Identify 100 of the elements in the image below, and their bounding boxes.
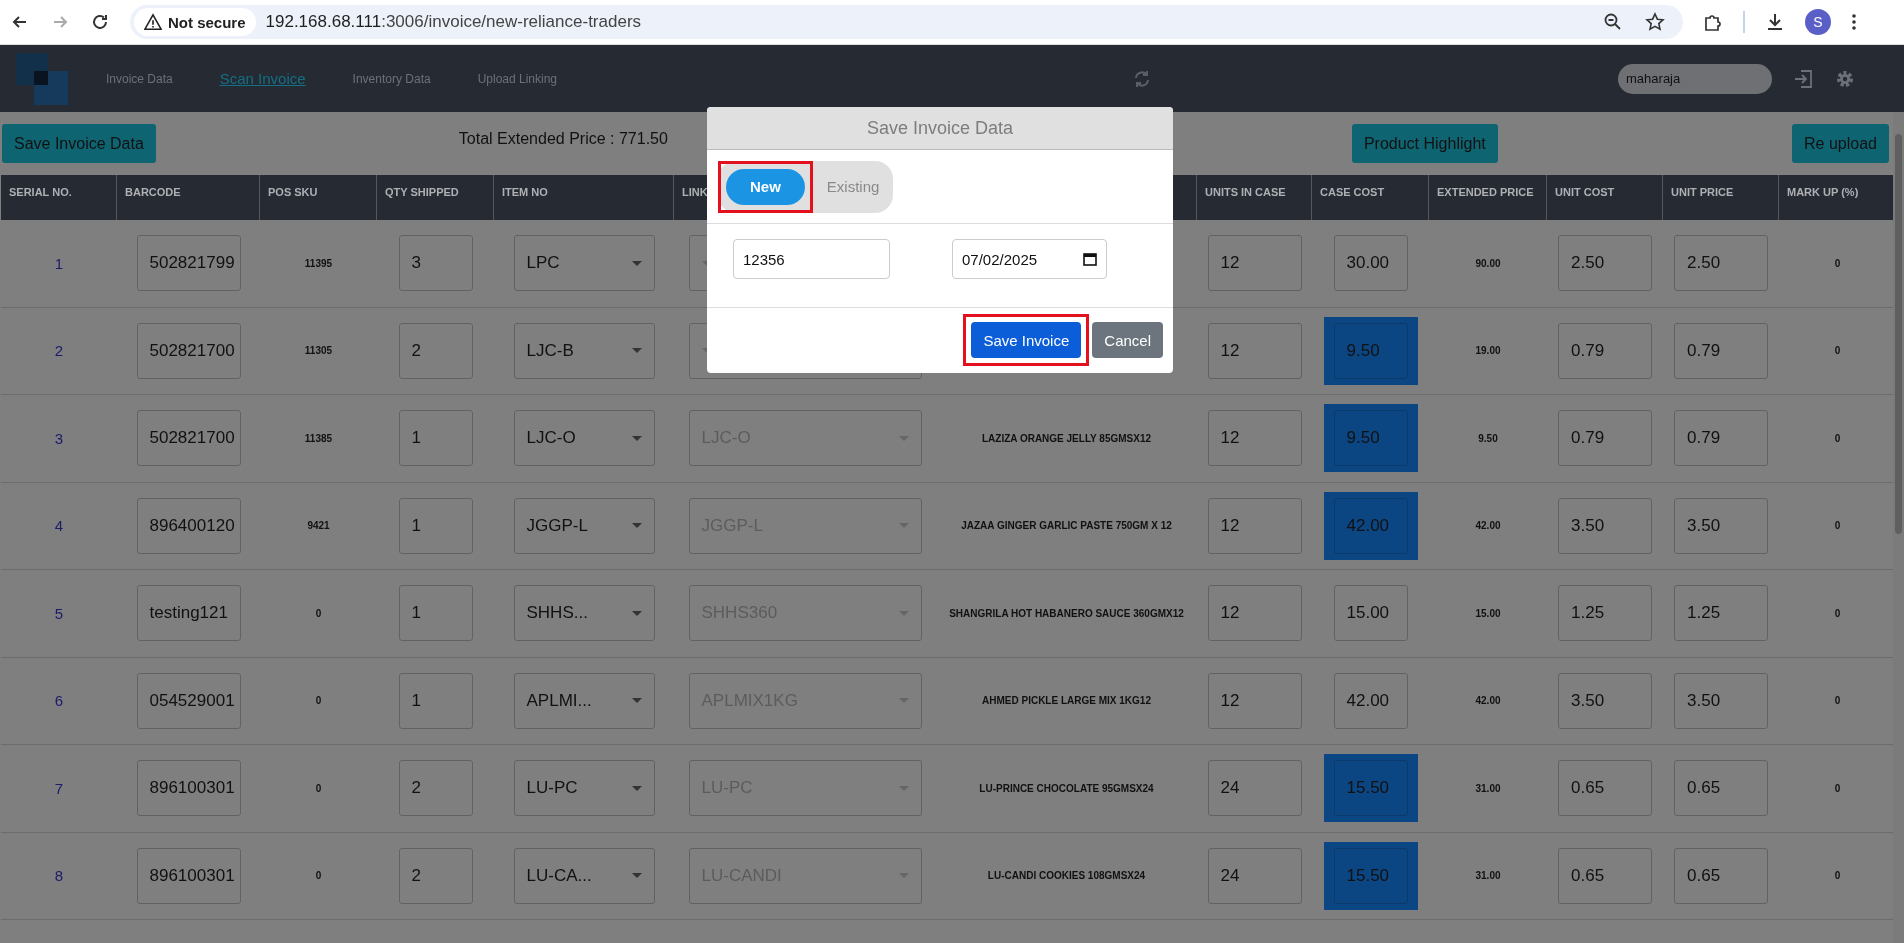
nav-tab[interactable]: Upload Linking (477, 71, 558, 86)
security-chip[interactable]: Not secure (134, 8, 256, 36)
date-field[interactable]: 07/02/2025 (952, 239, 1107, 279)
barcode-field[interactable]: 896100301 (136, 847, 241, 904)
save-invoice-button[interactable]: Save Invoice (971, 322, 1082, 358)
user-field[interactable]: maharaja (1618, 63, 1773, 94)
scrollbar[interactable] (1893, 112, 1904, 943)
unit-price-field[interactable]: 0.79 (1674, 322, 1768, 379)
extended-price: 42.00 (1475, 520, 1501, 532)
unit-cost-field[interactable]: 0.65 (1558, 760, 1652, 817)
url-text: 192.168.68.111:3006/invoice/new-reliance-traders (265, 12, 642, 32)
case-cost-field[interactable]: 15.00 (1333, 585, 1408, 642)
unit-cost-field[interactable]: 3.50 (1558, 497, 1652, 554)
barcode-field[interactable]: 896100301 (136, 760, 241, 817)
scrollbar-thumb[interactable] (1895, 134, 1902, 534)
barcode-field[interactable]: 502821799 (136, 235, 241, 292)
caret-icon (631, 260, 642, 266)
unit-cost-field[interactable]: 0.65 (1558, 847, 1652, 904)
star-icon[interactable] (1645, 12, 1665, 32)
qty-field[interactable]: 1 (398, 672, 473, 729)
unit-price-field[interactable]: 0.79 (1674, 410, 1768, 467)
markup-value: 0 (1834, 432, 1841, 444)
toggle-option[interactable]: New (726, 168, 805, 205)
extended-price: 42.00 (1475, 695, 1501, 707)
caret-icon (898, 523, 909, 529)
unit-cost-field[interactable]: 1.25 (1558, 585, 1652, 642)
item-select[interactable]: APLMI... (513, 672, 655, 729)
cancel-button[interactable]: Cancel (1092, 322, 1163, 358)
units-field[interactable]: 24 (1207, 760, 1302, 817)
case-cost-field[interactable]: 30.00 (1333, 235, 1408, 292)
caret-icon (898, 435, 909, 441)
qty-field[interactable]: 1 (398, 585, 473, 642)
units-field[interactable]: 12 (1207, 410, 1302, 467)
pos-sku: 0 (315, 607, 322, 619)
item-select[interactable]: LJC-B (513, 322, 655, 379)
column-header: MARK UP (%) (1779, 175, 1896, 220)
units-field[interactable]: 24 (1207, 847, 1302, 904)
markup-value: 0 (1834, 870, 1841, 882)
units-field[interactable]: 12 (1207, 235, 1302, 292)
unit-price-field[interactable]: 1.25 (1674, 585, 1768, 642)
serial-number: 7 (54, 779, 64, 797)
address-bar[interactable]: Not secure 192.168.68.111:3006/invoice/new-reliance-traders (130, 5, 1683, 39)
profile-avatar[interactable]: S (1805, 9, 1831, 35)
markup-value: 0 (1834, 520, 1841, 532)
column-header: UNITS IN CASE (1197, 175, 1312, 220)
pos-sku: 11385 (304, 432, 333, 444)
item-select[interactable]: LJC-O (513, 410, 655, 467)
barcode-field[interactable]: testing121 (136, 585, 241, 642)
unit-cost-field[interactable]: 3.50 (1558, 672, 1652, 729)
item-select[interactable]: SHHS... (513, 585, 655, 642)
units-field[interactable]: 12 (1207, 497, 1302, 554)
item-select[interactable]: JGGP-L (513, 497, 655, 554)
barcode-field[interactable]: 502821700 (136, 322, 241, 379)
unit-price-field[interactable]: 0.65 (1674, 847, 1768, 904)
case-cost-field[interactable]: 42.00 (1333, 672, 1408, 729)
qty-field[interactable]: 2 (398, 322, 473, 379)
product-highlight-button[interactable]: Product Highlight (1351, 124, 1498, 163)
unit-price-field[interactable]: 3.50 (1674, 672, 1768, 729)
save-invoice-data-button[interactable]: Save Invoice Data (2, 124, 156, 163)
item-select[interactable]: LU-CA... (513, 847, 655, 904)
extended-price: 31.00 (1475, 782, 1501, 794)
qty-field[interactable]: 1 (398, 410, 473, 467)
nav-tab[interactable]: Invoice Data (106, 71, 173, 86)
reload-icon[interactable] (90, 12, 110, 32)
zoom-out-icon[interactable] (1603, 12, 1623, 32)
barcode-field[interactable]: 896400120 (136, 497, 241, 554)
product-description: JAZAA GINGER GARLIC PASTE 750GM X 12 (961, 520, 1172, 532)
product-description: LU-PRINCE CHOCOLATE 95GMSX24 (979, 782, 1154, 794)
units-field[interactable]: 12 (1207, 322, 1302, 379)
invoice-number-field[interactable]: 12356 (733, 239, 890, 279)
units-field[interactable]: 12 (1207, 585, 1302, 642)
unit-price-field[interactable]: 2.50 (1674, 235, 1768, 292)
download-icon[interactable] (1765, 12, 1785, 32)
qty-field[interactable]: 3 (398, 235, 473, 292)
product-description: AHMED PICKLE LARGE MIX 1KG12 (982, 695, 1151, 707)
unit-cost-field[interactable]: 2.50 (1558, 235, 1652, 292)
markup-value: 0 (1834, 695, 1841, 707)
qty-field[interactable]: 1 (398, 497, 473, 554)
qty-field[interactable]: 2 (398, 760, 473, 817)
re-upload-button[interactable]: Re upload (1792, 124, 1889, 163)
product-description: SHANGRILA HOT HABANERO SAUCE 360GMX12 (949, 607, 1184, 619)
barcode-field[interactable]: 502821700 (136, 410, 241, 467)
unit-price-field[interactable]: 3.50 (1674, 497, 1768, 554)
units-field[interactable]: 12 (1207, 672, 1302, 729)
nav-tab[interactable]: Inventory Data (352, 71, 431, 86)
caret-icon (631, 348, 642, 354)
qty-field[interactable]: 2 (398, 847, 473, 904)
logout-icon[interactable] (1792, 67, 1815, 90)
unit-price-field[interactable]: 0.65 (1674, 760, 1768, 817)
barcode-field[interactable]: 054529001 (136, 672, 241, 729)
item-select[interactable]: LPC (513, 235, 655, 292)
extended-price: 90.00 (1475, 257, 1501, 269)
puzzle-icon[interactable] (1703, 12, 1723, 32)
serial-number: 8 (54, 867, 64, 885)
unit-cost-field[interactable]: 0.79 (1558, 322, 1652, 379)
item-select[interactable]: LU-PC (513, 760, 655, 817)
more-icon[interactable] (1851, 12, 1857, 32)
unit-cost-field[interactable]: 0.79 (1558, 410, 1652, 467)
pos-sku: 0 (315, 695, 322, 707)
nav-tab[interactable]: Scan Invoice (219, 70, 306, 87)
